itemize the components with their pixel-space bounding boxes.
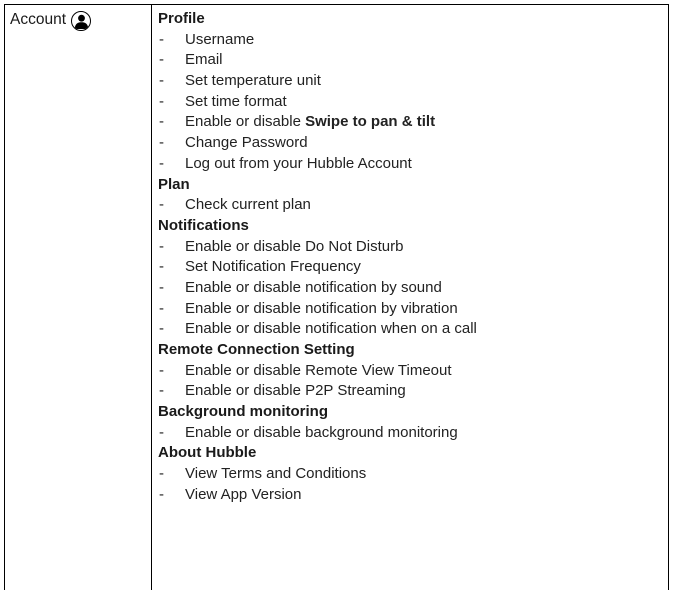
bullet-dash: - — [159, 258, 164, 276]
bullet-dash: - — [159, 361, 164, 379]
list-item: - View Terms and Conditions — [158, 464, 662, 485]
list-item-text: Enable or disable Do Not Disturb — [185, 237, 404, 255]
list-item-text: Set Notification Frequency — [185, 258, 361, 276]
list-item: - Log out from your Hubble Account — [158, 154, 662, 175]
account-label: Account — [10, 11, 67, 28]
list-item: - Enable or disable notification when on … — [158, 319, 662, 340]
list-item: - Enable or disable notification by sound — [158, 278, 662, 299]
bullet-dash: - — [159, 465, 164, 483]
list-item-text: Enable or disable Remote View Timeout — [185, 361, 452, 379]
section-title: About Hubble — [158, 444, 257, 462]
list-item-text: Set temperature unit — [185, 72, 321, 90]
list-item-text: Email — [185, 51, 223, 69]
settings-table: Account Profile - Username - Email - Set tempe… — [4, 4, 669, 590]
bullet-dash: - — [159, 51, 164, 69]
list-item-text: Enable or disable notification when on a… — [185, 320, 477, 338]
list-item-bold-text: Swipe to pan & tilt — [305, 113, 436, 131]
list-item: - Enable or disable Do Not Disturb — [158, 237, 662, 258]
list-item: - Enable or disable Remote View Timeout — [158, 361, 662, 382]
bullet-dash: - — [159, 113, 164, 131]
list-item-text: Enable or disable notification by vibrat… — [185, 299, 458, 317]
list-item-text: Enable or disable background monitoring — [185, 423, 458, 441]
list-item-text: Log out from your Hubble Account — [185, 154, 412, 172]
settings-list: Profile - Username - Email - Set temperature u… — [158, 9, 662, 506]
bullet-dash: - — [159, 30, 164, 48]
section-title: Plan — [158, 175, 190, 193]
bullet-dash: - — [159, 423, 164, 441]
bullet-dash: - — [159, 382, 164, 400]
bullet-dash: - — [159, 278, 164, 296]
list-item-text: Enable or disable — [185, 113, 306, 131]
list-item: - Set time format — [158, 92, 662, 113]
section-title: Notifications — [158, 216, 249, 234]
section-title: Background monitoring — [158, 403, 328, 421]
list-item: - Change Password — [158, 133, 662, 154]
list-item-text: Set time format — [185, 92, 287, 110]
list-item: - Check current plan — [158, 195, 662, 216]
bullet-dash: - — [159, 196, 164, 214]
list-item-text: Enable or disable P2P Streaming — [185, 382, 406, 400]
list-item: - Set temperature unit — [158, 71, 662, 92]
bullet-dash: - — [159, 299, 164, 317]
list-item-text: Username — [185, 30, 255, 48]
list-item: - Set Notification Frequency — [158, 257, 662, 278]
list-item-text: View Terms and Conditions — [185, 465, 367, 483]
account-icon — [71, 10, 92, 31]
section-title: Remote Connection Setting — [158, 341, 355, 358]
bullet-dash: - — [159, 154, 164, 172]
list-item-text: Check current plan — [185, 196, 311, 214]
list-item-text: Enable or disable notification by sound — [185, 278, 442, 296]
list-item-text: Change Password — [185, 134, 308, 152]
list-item: - Enable or disable Swipe to pan & tilt — [158, 112, 662, 133]
column-divider — [151, 5, 152, 590]
list-item: - Enable or disable background monitoring — [158, 423, 662, 444]
list-item: - View App Version — [158, 485, 662, 506]
bullet-dash: - — [159, 237, 164, 255]
bullet-dash: - — [159, 92, 164, 110]
list-item: - Username — [158, 30, 662, 51]
list-item: - Enable or disable P2P Streaming — [158, 381, 662, 402]
account-cell: Account — [5, 5, 151, 35]
bullet-dash: - — [159, 320, 164, 338]
section-title: Profile — [158, 10, 205, 27]
list-item: - Enable or disable notification by vibra… — [158, 299, 662, 320]
bullet-dash: - — [159, 485, 164, 503]
list-item: - Email — [158, 50, 662, 71]
bullet-dash: - — [159, 72, 164, 90]
bullet-dash: - — [159, 134, 164, 152]
list-item-text: View App Version — [185, 485, 302, 503]
